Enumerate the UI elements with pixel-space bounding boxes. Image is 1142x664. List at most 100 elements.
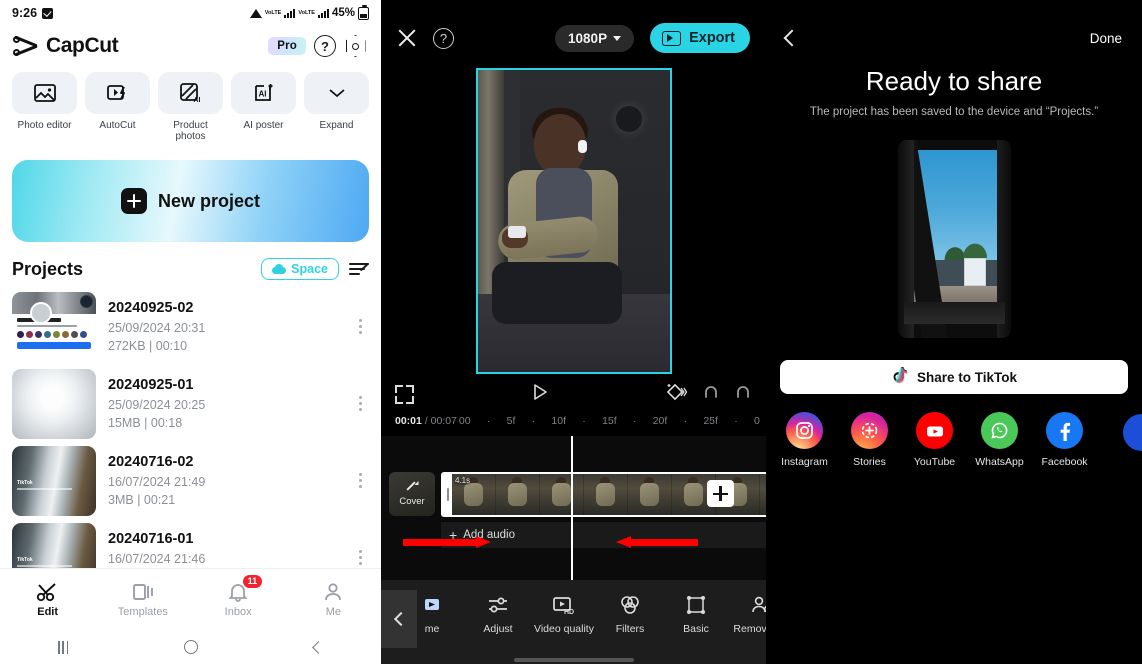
remove-bg-icon xyxy=(750,594,766,616)
toolbar-item-adjust[interactable]: Adjust xyxy=(465,586,531,635)
share-youtube[interactable]: YouTube xyxy=(902,412,967,468)
nav-item-inbox[interactable]: 11 Inbox xyxy=(191,569,286,630)
undo-icon[interactable] xyxy=(702,383,722,406)
timeline-ruler[interactable]: 00:01 / 00:07 00 · 5f · 10f · 15f · 20f … xyxy=(381,410,766,432)
project-thumbnail xyxy=(12,368,96,439)
toolbar-item-video-quality[interactable]: HD Video quality xyxy=(531,586,597,635)
project-info: 20240925-01 25/09/2024 20:25 15MB | 00:1… xyxy=(108,377,339,430)
share-facebook[interactable]: Facebook xyxy=(1032,412,1097,468)
ruler-tick: 10f xyxy=(551,415,567,427)
close-icon[interactable] xyxy=(397,28,417,48)
person-icon xyxy=(325,582,342,600)
timeline-tracks[interactable]: Cover 4.1s + Add audio xyxy=(381,436,766,580)
scissors-icon xyxy=(36,582,56,601)
tiktok-label: Share to TikTok xyxy=(916,369,1018,385)
resolution-selector[interactable]: 1080P xyxy=(555,24,635,52)
list-item[interactable]: 20240925-02 25/09/2024 20:31 272KB | 00:… xyxy=(12,288,369,365)
nav-label: Edit xyxy=(37,605,59,618)
back-chevron-icon[interactable] xyxy=(783,29,801,47)
ruler-tick: 25f xyxy=(703,415,718,427)
project-thumbnail xyxy=(12,291,96,362)
app-bar: CapCut Pro ? xyxy=(0,26,381,66)
bottom-nav: Edit Templates 11 Inbox Me xyxy=(0,568,381,630)
capcut-editor-panel: ? 1080P Export 00:01 / 00:07 00 · 5f · 1… xyxy=(381,0,766,664)
project-name: 20240716-01 xyxy=(108,531,194,547)
video-quality-icon: HD xyxy=(552,594,576,616)
play-icon[interactable] xyxy=(531,383,549,406)
recents-icon[interactable] xyxy=(57,640,69,654)
toolbar-label: Basic xyxy=(683,623,709,635)
ruler-tick: · xyxy=(632,415,637,427)
ruler-tick: · xyxy=(531,415,536,427)
tool-ai-poster[interactable]: AI AI poster xyxy=(231,72,296,142)
fullscreen-icon[interactable] xyxy=(395,384,414,404)
list-item[interactable]: 20240925-01 25/09/2024 20:25 15MB | 00:1… xyxy=(12,365,369,442)
toolbar-item-remove-bg[interactable]: Remove BG xyxy=(729,586,766,635)
project-meta: 3MB | 00:21 xyxy=(108,493,176,507)
share-whatsapp[interactable]: WhatsApp xyxy=(967,412,1032,468)
exported-video-thumbnail[interactable] xyxy=(897,140,1011,338)
project-menu-icon[interactable] xyxy=(351,396,369,411)
add-clip-button[interactable] xyxy=(707,480,734,507)
svg-text:AI: AI xyxy=(258,90,266,99)
project-menu-icon[interactable] xyxy=(351,319,369,334)
tool-expand[interactable]: Expand xyxy=(304,72,369,142)
ruler-tick: · xyxy=(486,415,491,427)
signal-bars-icon-2 xyxy=(317,8,329,18)
wifi-icon xyxy=(249,8,262,18)
nav-item-templates[interactable]: Templates xyxy=(95,569,190,630)
back-icon[interactable] xyxy=(312,640,325,654)
quick-tools-row: Photo editor AutoCut AI Product photos A… xyxy=(0,66,381,146)
project-meta: 272KB | 00:10 xyxy=(108,339,188,353)
home-icon[interactable] xyxy=(184,640,199,654)
toolbar-item-filters[interactable]: Filters xyxy=(597,586,663,635)
share-label: Instagram xyxy=(781,456,828,468)
share-to-tiktok-button[interactable]: Share to TikTok xyxy=(780,360,1128,394)
toolbar-items: me Adjust HD Video quality Filters Basic… xyxy=(399,586,766,635)
basic-icon xyxy=(685,594,707,616)
done-button[interactable]: Done xyxy=(1090,31,1122,46)
redo-icon[interactable] xyxy=(732,383,752,406)
volte-icon-2: VoLTE xyxy=(298,9,315,16)
plus-icon xyxy=(120,188,147,214)
video-frame[interactable] xyxy=(475,68,672,374)
playhead[interactable] xyxy=(571,436,573,580)
pro-badge[interactable]: Pro xyxy=(268,37,306,55)
share-stories[interactable]: Stories xyxy=(837,412,902,468)
ruler-tick: · xyxy=(734,415,738,427)
share-label: Stories xyxy=(853,456,886,468)
new-project-button[interactable]: New project xyxy=(12,160,369,242)
projects-header: Projects Space xyxy=(0,242,381,288)
cover-button[interactable]: Cover xyxy=(389,472,435,516)
autocut-icon xyxy=(85,72,150,114)
toolbar-back-button[interactable] xyxy=(381,590,417,648)
project-menu-icon[interactable] xyxy=(351,473,369,488)
space-button[interactable]: Space xyxy=(261,258,339,280)
nav-item-edit[interactable]: Edit xyxy=(0,569,95,630)
nav-item-me[interactable]: Me xyxy=(286,569,381,630)
ruler-ticks: 00 · 5f · 10f · 15f · 20f · 25f · 0 xyxy=(457,415,766,427)
video-preview-area[interactable] xyxy=(381,62,766,380)
export-button[interactable]: Export xyxy=(650,23,750,53)
project-menu-icon[interactable] xyxy=(351,550,369,565)
help-icon[interactable]: ? xyxy=(314,35,336,57)
sort-edit-icon[interactable] xyxy=(349,261,370,277)
status-bar: 9:26 VoLTE VoLTE 45% xyxy=(0,0,381,26)
list-item[interactable]: TikTok 20240716-02 16/07/2024 21:49 3MB … xyxy=(12,442,369,519)
help-icon[interactable]: ? xyxy=(433,27,454,49)
share-instagram[interactable]: Instagram xyxy=(772,412,837,468)
gear-icon[interactable] xyxy=(344,35,367,58)
clip-trim-handle-left[interactable] xyxy=(443,474,452,515)
toolbar-item-basic[interactable]: Basic xyxy=(663,586,729,635)
toolbar-label: Video quality xyxy=(534,623,594,635)
tool-label: AI poster xyxy=(243,120,284,131)
share-top-bar: Done xyxy=(766,0,1142,76)
share-label: Facebook xyxy=(1041,456,1088,468)
project-info: 20240925-02 25/09/2024 20:31 272KB | 00:… xyxy=(108,300,339,353)
keyframe-icon[interactable] xyxy=(666,382,688,407)
tool-photo-editor[interactable]: Photo editor xyxy=(12,72,77,142)
ruler-tick: 00 xyxy=(458,415,471,427)
volte-icon-1: VoLTE xyxy=(264,9,282,16)
tool-product-photos[interactable]: AI Product photos xyxy=(158,72,223,142)
tool-autocut[interactable]: AutoCut xyxy=(85,72,150,142)
